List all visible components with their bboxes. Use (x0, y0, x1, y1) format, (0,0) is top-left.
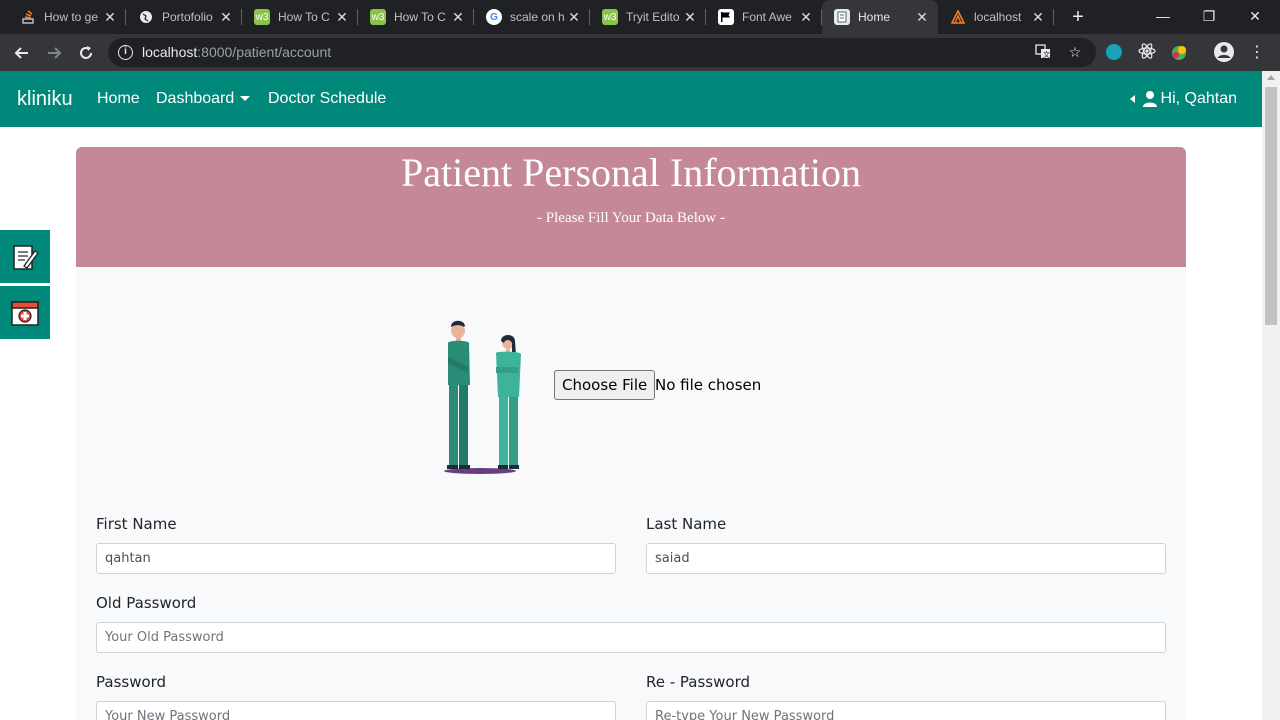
last-name-input[interactable]: saiad (646, 543, 1166, 574)
medical-calendar-button[interactable] (0, 286, 50, 339)
web-page: kliniku Home Dashboard Doctor Schedule H… (0, 71, 1262, 720)
scrollbar-thumb[interactable] (1265, 87, 1277, 325)
first-name-input[interactable]: qahtan (96, 543, 616, 574)
svg-text:文: 文 (1043, 50, 1050, 59)
browser-tab[interactable]: localhost ✕ (938, 0, 1054, 34)
browser-tab-active[interactable]: Home ✕ (822, 0, 938, 34)
nav-home[interactable]: Home (97, 90, 140, 108)
password-label: Password (96, 673, 167, 691)
close-tab-icon[interactable]: ✕ (334, 9, 350, 26)
w3-icon: w3 (254, 9, 270, 25)
tab-title: Tryit Edito (626, 10, 680, 24)
react-devtools-icon[interactable] (1138, 42, 1158, 62)
nav-dashboard-label: Dashboard (156, 90, 235, 107)
user-menu[interactable]: Hi, Qahtan (1129, 90, 1237, 108)
old-password-label: Old Password (96, 594, 197, 612)
new-tab-button[interactable]: + (1066, 5, 1090, 29)
profile-icon[interactable] (1213, 41, 1235, 63)
notepad-pencil-icon (13, 244, 39, 270)
google-icon: G (486, 9, 502, 25)
nav-doctor-schedule[interactable]: Doctor Schedule (268, 90, 386, 108)
url-text[interactable]: localhost:8000/patient/account (142, 44, 331, 60)
minimize-icon[interactable]: — (1140, 0, 1186, 34)
close-tab-icon[interactable]: ✕ (102, 9, 118, 26)
extension-colorful-icon[interactable] (1170, 43, 1188, 61)
tab-title: How To C (278, 10, 330, 24)
browser-tab[interactable]: w3 How To C ✕ (242, 0, 358, 34)
site-info-icon[interactable]: i (118, 45, 133, 60)
browser-tab[interactable]: Font Awe ✕ (706, 0, 822, 34)
tab-title: Home (858, 10, 891, 24)
window-close-icon[interactable]: ✕ (1232, 0, 1278, 34)
back-icon[interactable] (9, 40, 35, 66)
browser-tab[interactable]: Portofolio ✕ (126, 0, 242, 34)
patient-info-card: Patient Personal Information - Please Fi… (76, 147, 1186, 720)
edit-notes-button[interactable] (0, 230, 50, 283)
choose-file-button[interactable]: Choose File (554, 370, 656, 400)
forward-icon[interactable] (41, 40, 67, 66)
globe-icon (138, 9, 154, 25)
card-header: Patient Personal Information - Please Fi… (76, 147, 1186, 267)
close-tab-icon[interactable]: ✕ (566, 9, 582, 26)
xampp-icon (950, 9, 966, 25)
browser-tabbar: How to ge ✕ Portofolio ✕ w3 How To C ✕ w… (0, 0, 1280, 34)
browser-tab[interactable]: w3 Tryit Edito ✕ (590, 0, 706, 34)
menu-kebab-icon[interactable]: ⋮ (1244, 40, 1270, 66)
page-subtitle: - Please Fill Your Data Below - (537, 210, 725, 226)
browser-tab[interactable]: How to ge ✕ (0, 0, 126, 34)
translate-icon[interactable]: 文 (1034, 43, 1052, 61)
tab-title: localhost (974, 10, 1022, 24)
user-icon (1142, 91, 1157, 107)
tab-title: How to ge (44, 10, 99, 24)
restore-icon[interactable]: ❐ (1186, 0, 1232, 34)
extension-icon[interactable] (1106, 44, 1122, 60)
browser-tab[interactable]: G scale on h ✕ (474, 0, 590, 34)
w3-icon: w3 (602, 9, 618, 25)
caret-left-icon (1129, 95, 1135, 103)
user-greeting: Hi, Qahtan (1160, 90, 1237, 107)
close-tab-icon[interactable]: ✕ (1030, 9, 1046, 26)
first-name-label: First Name (96, 515, 177, 533)
tab-title: scale on h (510, 10, 565, 24)
dropdown-caret-icon (240, 96, 251, 102)
browser-tab[interactable]: w3 How To C ✕ (358, 0, 474, 34)
page-icon (834, 9, 850, 25)
w3-icon: w3 (370, 9, 386, 25)
close-tab-icon[interactable]: ✕ (682, 9, 698, 26)
brand-logo[interactable]: kliniku (17, 88, 73, 111)
reload-icon[interactable] (73, 40, 99, 66)
nav-dashboard[interactable]: Dashboard (156, 90, 251, 108)
tab-title: How To C (394, 10, 446, 24)
tab-title: Portofolio (162, 10, 213, 24)
close-tab-icon[interactable]: ✕ (450, 9, 466, 26)
file-status: No file chosen (655, 376, 762, 394)
close-tab-icon[interactable]: ✕ (218, 9, 234, 26)
browser-toolbar: i localhost:8000/patient/account 文 ☆ ⋮ (0, 34, 1280, 71)
page-scrollbar[interactable] (1262, 71, 1280, 720)
site-navbar: kliniku Home Dashboard Doctor Schedule H… (0, 71, 1262, 127)
scroll-up-icon[interactable] (1267, 75, 1275, 80)
doctors-illustration (444, 320, 521, 474)
page-title: Patient Personal Information (401, 150, 861, 195)
bookmark-star-icon[interactable]: ☆ (1066, 43, 1084, 61)
close-tab-icon[interactable]: ✕ (914, 9, 930, 26)
new-password-input[interactable]: Your New Password (96, 701, 616, 720)
old-password-input[interactable]: Your Old Password (96, 622, 1166, 653)
address-bar[interactable]: i localhost:8000/patient/account 文 ☆ (108, 38, 1096, 67)
tab-title: Font Awe (742, 10, 792, 24)
close-tab-icon[interactable]: ✕ (798, 9, 814, 26)
flag-icon (718, 9, 734, 25)
medical-calendar-icon (11, 300, 39, 326)
last-name-label: Last Name (646, 515, 727, 533)
stack-icon (20, 9, 36, 25)
repassword-label: Re - Password (646, 673, 750, 691)
repassword-input[interactable]: Re-type Your New Password (646, 701, 1166, 720)
